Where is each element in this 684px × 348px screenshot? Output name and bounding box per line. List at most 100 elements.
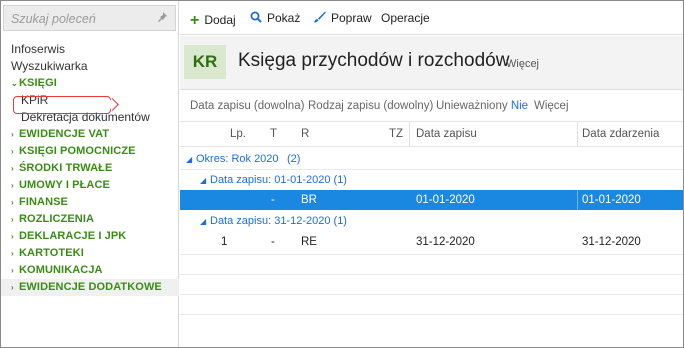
header-more-link[interactable]: Więcej (506, 58, 539, 70)
command-search[interactable]: Szukaj poleceń (3, 5, 176, 31)
column-header-lp[interactable]: Lp. (230, 128, 246, 140)
show-button-label: Pokaż (267, 11, 301, 25)
row-divider (180, 314, 683, 315)
chevron-right-icon: › (11, 164, 14, 173)
sidebar-group-komunikacja[interactable]: › KOMUNIKACJA (1, 262, 179, 279)
module-badge: KR (184, 45, 226, 79)
filter-voided-value: Nie (510, 100, 529, 112)
table-row-selected[interactable]: - BR 01-01-2020 01-01-2020 (180, 190, 683, 210)
period-group-label: Okres: Rok 2020 (196, 153, 279, 165)
filter-more[interactable]: Więcej (534, 100, 569, 112)
add-button[interactable]: + Dodaj (190, 11, 236, 29)
row-divider (180, 254, 683, 255)
collapse-triangle-icon[interactable]: ◢ (186, 155, 192, 164)
sidebar-group-ksiegi-pomocnicze[interactable]: › KSIĘGI POMOCNICZE (1, 143, 179, 160)
collapse-triangle-icon[interactable]: ◢ (200, 217, 206, 226)
date-group-label: Data zapisu: 01-01-2020 (1) (210, 174, 347, 186)
kpir-highlight-callout (13, 96, 111, 114)
page-header: KR Księga przychodów i rozchodów Więcej (180, 36, 683, 90)
search-icon (250, 11, 262, 25)
cell-lp: 1 (221, 236, 228, 248)
page-title: Księga przychodów i rozchodów (238, 50, 510, 71)
sidebar-item-label: KOMUNIKACJA (19, 264, 103, 276)
sidebar-item-wyszukiwarka[interactable]: Wyszukiwarka (1, 58, 179, 75)
sidebar-group-kartoteki[interactable]: › KARTOTEKI (1, 245, 179, 262)
filter-voided-label: Unieważniony (436, 100, 508, 112)
sidebar-item-label: Wyszukiwarka (11, 59, 88, 73)
column-divider[interactable] (409, 122, 410, 146)
sidebar-item-label: UMOWY I PŁACE (19, 179, 110, 191)
chevron-right-icon: › (11, 232, 14, 241)
filter-bar: Data zapisu (dowolna) Rodzaj zapisu (dow… (180, 91, 683, 121)
filter-entry-date[interactable]: Data zapisu (dowolna) (190, 100, 304, 112)
period-group-count: (2) (287, 153, 301, 165)
date-group-row[interactable]: ◢ Data zapisu: 31-12-2020 (1) (180, 211, 683, 231)
cell-r: RE (301, 236, 317, 248)
date-group-row[interactable]: ◢ Data zapisu: 01-01-2020 (1) (180, 170, 683, 190)
sidebar-nav: Infoserwis Wyszukiwarka ⌄KSIĘGI KPiR Dek… (1, 41, 179, 296)
chevron-right-icon: › (11, 215, 14, 224)
records-grid: Lp. T R TZ Data zapisu Data zdarzenia ◢ … (180, 121, 683, 347)
column-header-r[interactable]: R (301, 128, 309, 140)
column-divider[interactable] (577, 122, 578, 146)
column-header-event-date[interactable]: Data zdarzenia (582, 128, 659, 140)
cell-t: - (271, 236, 275, 248)
table-row[interactable]: 1 - RE 31-12-2020 31-12-2020 (180, 232, 683, 252)
cell-entry-date: 31-12-2020 (416, 236, 475, 248)
sidebar-item-label: KARTOTEKI (19, 247, 84, 259)
sidebar-group-srodki-trwale[interactable]: › ŚRODKI TRWAŁE (1, 160, 179, 177)
sidebar-item-label: FINANSE (19, 196, 68, 208)
add-button-label: Dodaj (204, 13, 236, 27)
sidebar-group-finanse[interactable]: › FINANSE (1, 194, 179, 211)
sidebar-item-label: KSIĘGI (19, 77, 57, 89)
show-button[interactable]: Pokaż (250, 11, 300, 25)
plus-icon: + (190, 12, 200, 29)
chevron-right-icon: › (11, 283, 14, 292)
cell-r: BR (301, 194, 317, 206)
cell-t: - (271, 194, 275, 206)
edit-button-label: Popraw (331, 11, 372, 25)
cell-event-date: 01-01-2020 (582, 194, 641, 206)
sidebar-item-infoserwis[interactable]: Infoserwis (1, 41, 179, 58)
sidebar-item-label: Infoserwis (11, 42, 66, 56)
operations-menu-label: Operacje (381, 11, 430, 25)
chevron-right-icon: › (11, 266, 14, 275)
period-group-row[interactable]: ◢ Okres: Rok 2020 (2) (180, 149, 683, 169)
operations-menu[interactable]: Operacje (381, 11, 430, 25)
chevron-right-icon: › (11, 249, 14, 258)
collapse-triangle-icon[interactable]: ◢ (200, 176, 206, 185)
sidebar-item-label: DEKLARACJE I JPK (19, 230, 127, 242)
date-group-label: Data zapisu: 31-12-2020 (1) (210, 215, 347, 227)
toolbar: + Dodaj Pokaż Popraw Operacje (180, 1, 683, 35)
sidebar-item-label: ŚRODKI TRWAŁE (19, 162, 113, 174)
sidebar-group-ewidencje-vat[interactable]: › EWIDENCJE VAT (1, 126, 179, 143)
sidebar-group-ksiegi[interactable]: ⌄KSIĘGI (1, 75, 179, 92)
chevron-right-icon: › (11, 147, 14, 156)
column-header-tz[interactable]: TZ (389, 128, 403, 140)
chevron-right-icon: › (11, 130, 14, 139)
filter-voided[interactable]: Unieważniony Nie (436, 100, 528, 112)
sidebar-group-deklaracje-i-jpk[interactable]: › DEKLARACJE I JPK (1, 228, 179, 245)
sidebar-group-umowy-i-place[interactable]: › UMOWY I PŁACE (1, 177, 179, 194)
brush-icon (313, 11, 326, 25)
row-divider (180, 294, 683, 295)
sidebar-item-label: EWIDENCJE VAT (19, 128, 110, 140)
chevron-down-icon: ⌄ (11, 79, 18, 88)
pin-icon[interactable] (156, 11, 168, 26)
sidebar-item-label: ROZLICZENIA (19, 213, 95, 225)
filter-entry-type[interactable]: Rodzaj zapisu (dowolny) (308, 100, 433, 112)
grid-header: Lp. T R TZ Data zapisu Data zdarzenia (180, 121, 683, 147)
edit-button[interactable]: Popraw (313, 11, 372, 25)
cell-entry-date: 01-01-2020 (416, 194, 475, 206)
sidebar: Szukaj poleceń Infoserwis Wyszukiwarka ⌄… (1, 1, 179, 347)
sidebar-group-ewidencje-dodatkowe[interactable]: › EWIDENCJE DODATKOWE (1, 279, 179, 296)
column-divider (577, 190, 578, 210)
column-header-t[interactable]: T (270, 128, 277, 140)
chevron-right-icon: › (11, 198, 14, 207)
sidebar-item-label: EWIDENCJE DODATKOWE (19, 281, 162, 293)
search-placeholder: Szukaj poleceń (11, 12, 96, 26)
column-header-entry-date[interactable]: Data zapisu (416, 128, 477, 140)
chevron-right-icon: › (11, 181, 14, 190)
sidebar-group-rozliczenia[interactable]: › ROZLICZENIA (1, 211, 179, 228)
row-divider (180, 274, 683, 275)
